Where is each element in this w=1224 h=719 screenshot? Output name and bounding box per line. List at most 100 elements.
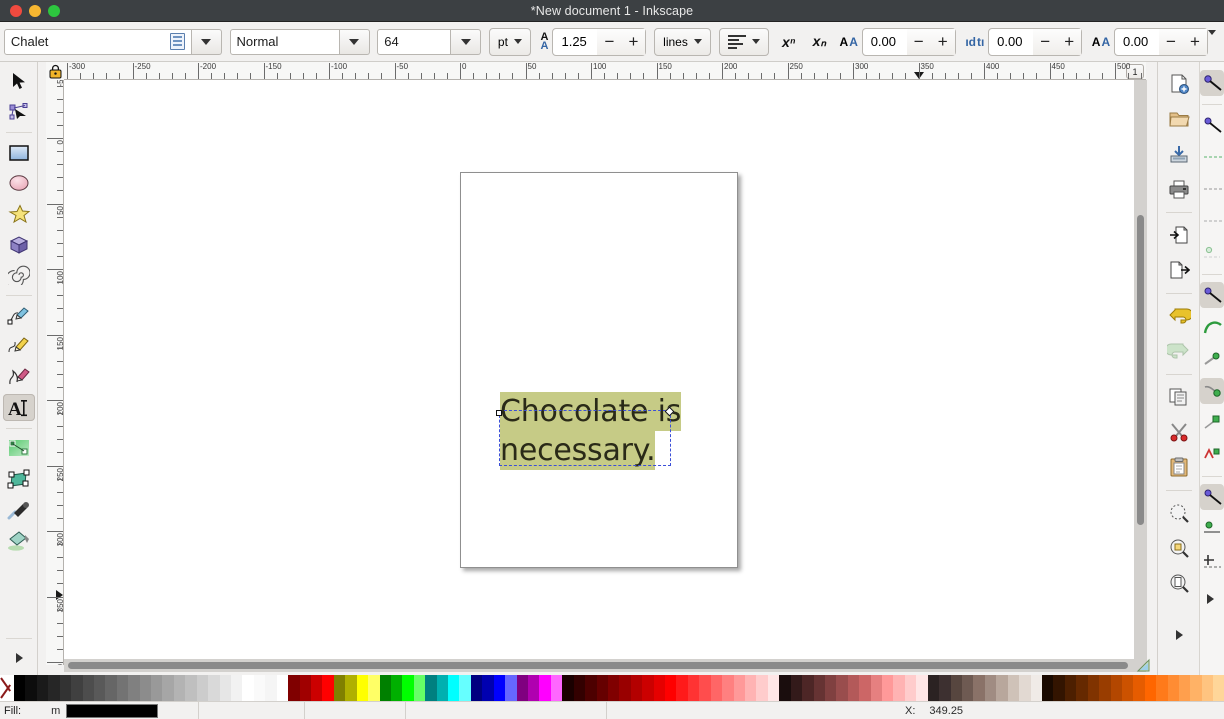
palette-swatch[interactable] [288, 675, 299, 701]
palette-swatch[interactable] [220, 675, 231, 701]
palette-swatch[interactable] [185, 675, 196, 701]
palette-swatch[interactable] [265, 675, 276, 701]
tweak-tool[interactable] [3, 466, 35, 493]
more-tools[interactable] [3, 644, 35, 671]
3dbox-tool[interactable] [3, 231, 35, 258]
palette-swatch[interactable] [893, 675, 904, 701]
vertical-shift-spinner[interactable]: 0.00 − + [1114, 28, 1208, 56]
snap-nodes-toggle[interactable] [1200, 282, 1224, 308]
palette-swatch[interactable] [48, 675, 59, 701]
canvas[interactable]: Chocolate is necessary. [64, 80, 1146, 665]
palette-swatch[interactable] [151, 675, 162, 701]
line-spacing-decrement-button[interactable]: − [597, 29, 621, 55]
horizontal-scrollbar[interactable] [64, 659, 1146, 672]
palette-swatch[interactable] [14, 675, 25, 701]
snap-bbox-edge-midpoint-toggle[interactable] [1200, 208, 1224, 234]
snap-bbox-corner-toggle[interactable] [1200, 176, 1224, 202]
text-alignment-dropdown[interactable] [719, 28, 769, 56]
snap-smooth-node-toggle[interactable] [1200, 410, 1224, 436]
palette-swatch[interactable] [459, 675, 470, 701]
palette-swatch[interactable] [928, 675, 939, 701]
palette-swatch[interactable] [380, 675, 391, 701]
vertical-ruler[interactable]: -50050100150200250300350400 [46, 80, 64, 665]
palette-swatch[interactable] [905, 675, 916, 701]
palette-swatch[interactable] [494, 675, 505, 701]
palette-swatch[interactable] [1008, 675, 1019, 701]
text-object[interactable]: Chocolate is necessary. [500, 392, 681, 470]
command-overflow-button[interactable] [1164, 621, 1194, 649]
palette-swatch[interactable] [779, 675, 790, 701]
palette-swatch[interactable] [1088, 675, 1099, 701]
palette-swatch[interactable] [197, 675, 208, 701]
palette-swatch[interactable] [539, 675, 550, 701]
font-family-input[interactable]: Chalet [4, 29, 192, 55]
palette-swatch[interactable] [1190, 675, 1201, 701]
vertical-scrollbar[interactable] [1134, 80, 1147, 665]
new-document-button[interactable] [1164, 70, 1194, 98]
snap-bbox-center-toggle[interactable] [1200, 240, 1224, 266]
palette-swatch[interactable] [448, 675, 459, 701]
palette-swatch[interactable] [322, 675, 333, 701]
palette-swatch[interactable] [414, 675, 425, 701]
palette-swatch[interactable] [871, 675, 882, 701]
line-spacing-increment-button[interactable]: + [621, 29, 645, 55]
palette-swatch[interactable] [505, 675, 516, 701]
palette-swatch[interactable] [300, 675, 311, 701]
palette-swatch[interactable] [814, 675, 825, 701]
palette-swatch[interactable] [1156, 675, 1167, 701]
palette-swatch[interactable] [654, 675, 665, 701]
bezier-tool[interactable] [3, 333, 35, 360]
open-document-button[interactable] [1164, 105, 1194, 133]
ellipse-tool[interactable] [3, 170, 35, 197]
palette-swatch[interactable] [848, 675, 859, 701]
snap-path-intersection-toggle[interactable] [1200, 346, 1224, 372]
palette-swatch[interactable] [939, 675, 950, 701]
palette-swatch[interactable] [574, 675, 585, 701]
palette-swatch[interactable] [402, 675, 413, 701]
snap-bbox-edge-toggle[interactable] [1200, 144, 1224, 170]
palette-swatch[interactable] [756, 675, 767, 701]
palette-swatch[interactable] [973, 675, 984, 701]
palette-swatch[interactable] [368, 675, 379, 701]
palette-swatch[interactable] [25, 675, 36, 701]
palette-swatch[interactable] [1145, 675, 1156, 701]
palette-swatch[interactable] [311, 675, 322, 701]
palette-swatch[interactable] [996, 675, 1007, 701]
letter-spacing-increment-button[interactable]: + [931, 29, 955, 55]
horizontal-scrollbar-thumb[interactable] [68, 662, 1128, 669]
word-spacing-spinner[interactable]: 0.00 − + [988, 28, 1082, 56]
calligraphy-tool[interactable] [3, 364, 35, 391]
palette-swatch[interactable] [951, 675, 962, 701]
palette-swatch[interactable] [1076, 675, 1087, 701]
palette-swatch[interactable] [117, 675, 128, 701]
palette-swatch[interactable] [1099, 675, 1110, 701]
font-size-dropdown-button[interactable] [451, 29, 481, 55]
subscript-button[interactable]: xₙ [813, 33, 826, 50]
letter-spacing-spinner[interactable]: 0.00 − + [862, 28, 956, 56]
snap-path-toggle[interactable] [1200, 314, 1224, 340]
palette-swatch[interactable] [1122, 675, 1133, 701]
palette-swatch[interactable] [597, 675, 608, 701]
selector-tool[interactable] [3, 68, 35, 95]
font-size-unit-dropdown[interactable]: pt [489, 28, 531, 56]
paste-button[interactable] [1164, 453, 1194, 481]
palette-swatch[interactable] [471, 675, 482, 701]
palette-swatch[interactable] [162, 675, 173, 701]
palette-swatch[interactable] [1133, 675, 1144, 701]
text-line-2[interactable]: necessary. [500, 431, 655, 470]
palette-swatch[interactable] [1031, 675, 1042, 701]
word-spacing-increment-button[interactable]: + [1057, 29, 1081, 55]
palette-swatch[interactable] [174, 675, 185, 701]
palette-swatch[interactable] [425, 675, 436, 701]
rectangle-tool[interactable] [3, 139, 35, 166]
palette-swatch[interactable] [562, 675, 573, 701]
gradient-tool[interactable] [3, 435, 35, 462]
palette-swatch[interactable] [585, 675, 596, 701]
palette-swatch[interactable] [722, 675, 733, 701]
palette-swatch[interactable] [482, 675, 493, 701]
palette-swatch[interactable] [859, 675, 870, 701]
fill-color-swatch[interactable] [66, 704, 158, 718]
paintbucket-tool[interactable] [3, 527, 35, 554]
palette-swatch[interactable] [37, 675, 48, 701]
palette-swatch[interactable] [665, 675, 676, 701]
